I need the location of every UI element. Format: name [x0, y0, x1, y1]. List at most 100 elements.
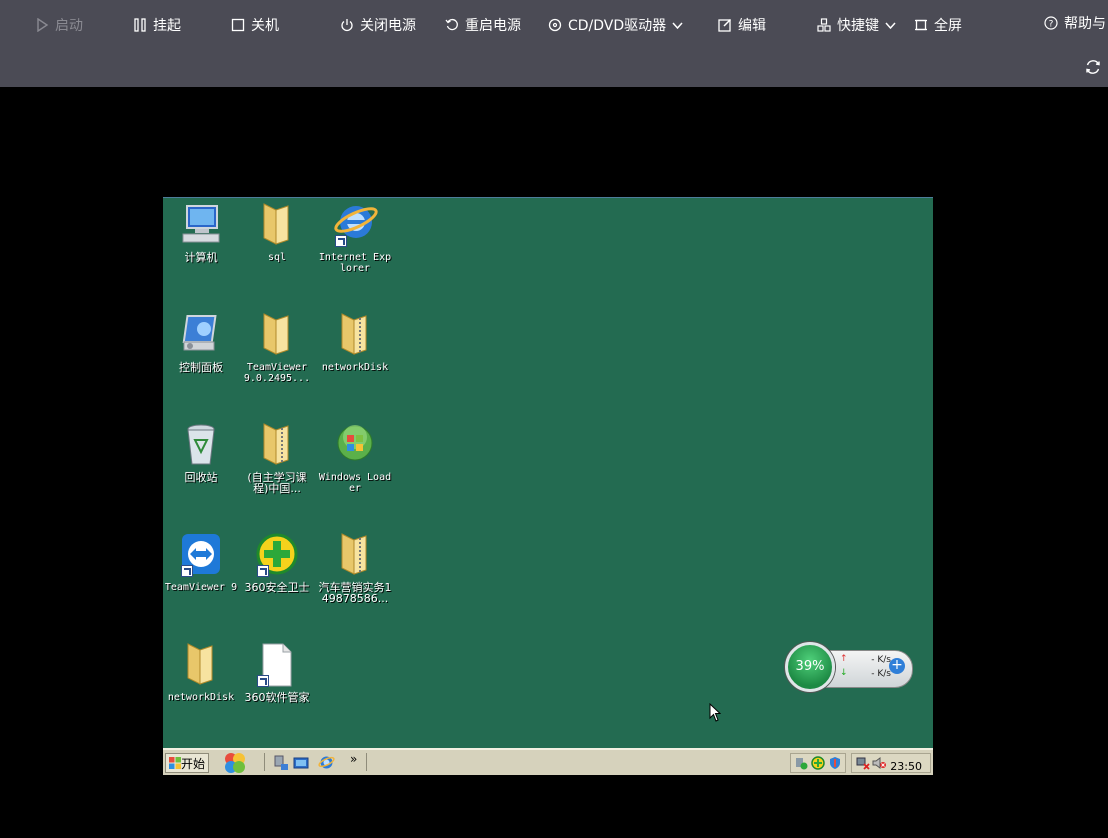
desktop-icon-recycle-bin[interactable]: 回收站 [164, 422, 238, 483]
suspend-label: 挂起 [153, 18, 181, 34]
tray-icons-group-1 [790, 753, 846, 773]
360-quick-launch-icon[interactable] [223, 752, 247, 774]
chevron-down-icon [672, 21, 683, 29]
folder-icon [254, 312, 300, 358]
zip-folder-icon [332, 532, 378, 578]
cd-dvd-label: CD/DVD驱动器 [568, 18, 667, 34]
desktop-icon-360-software-manager[interactable]: 360软件管家 [240, 642, 314, 703]
folder-icon [254, 202, 300, 248]
internet-explorer-icon[interactable] [318, 754, 335, 771]
desktop-icon-sql-folder[interactable]: sql [240, 202, 314, 263]
computer-icon [178, 202, 224, 248]
security-shield-icon[interactable] [828, 756, 842, 770]
svg-text:?: ? [1049, 20, 1054, 30]
volume-muted-icon[interactable] [872, 756, 886, 770]
desktop-icon-windows-loader[interactable]: Windows Loader [318, 422, 392, 494]
memory-usage-ball[interactable]: 39% [785, 642, 835, 692]
icon-label: 计算机 [184, 251, 218, 264]
restart-power-button[interactable]: 重启电源 [445, 14, 521, 36]
system-tray: 23:50 [851, 753, 931, 773]
chevron-down-icon [885, 21, 896, 29]
taskbar-clock[interactable]: 23:50 [890, 760, 922, 773]
icon-label: Windows Loader [318, 472, 392, 494]
desktop-icon-computer[interactable]: 计算机 [164, 202, 238, 263]
cd-dvd-drive-menu[interactable]: CD/DVD驱动器 [548, 14, 683, 36]
fullscreen-icon [915, 19, 927, 31]
start-menu-button[interactable]: 开始 [165, 753, 209, 773]
desktop-icon-networkdisk-zip[interactable]: networkDisk [318, 312, 392, 373]
360-network-speed-widget[interactable]: 39% ↑ - K/s ↓ - K/s + [785, 642, 913, 694]
shutdown-button[interactable]: 关机 [231, 14, 279, 36]
shortcuts-label: 快捷键 [837, 18, 879, 34]
icon-label: 360软件管家 [244, 691, 310, 704]
disc-icon [548, 18, 562, 32]
shortcuts-menu[interactable]: 快捷键 [817, 14, 896, 36]
help-icon: ? [1044, 16, 1058, 30]
shutdown-label: 关机 [251, 18, 279, 34]
power-off-label: 关闭电源 [360, 18, 416, 34]
start-label: 启动 [55, 18, 83, 34]
icon-label: 汽车营销实务149878586... [318, 581, 392, 605]
desktop-icon-360-security[interactable]: 360安全卫士 [240, 532, 314, 593]
desktop-icon-course-zip[interactable]: (自主学习课程)中国... [240, 422, 314, 494]
help-label: 帮助与 [1064, 16, 1106, 32]
help-button[interactable]: ? 帮助与 [1044, 12, 1106, 34]
folder-icon [178, 642, 224, 688]
vm-console-toolbar: 启动 挂起 关机 关闭电源 重启电源 CD/DVD驱动器 编辑 快捷键 全屏 ?… [0, 0, 1108, 87]
icon-label: sql [267, 252, 287, 263]
upload-speed: - K/s [871, 655, 891, 665]
icon-label: 360安全卫士 [244, 581, 310, 594]
recycle-bin-icon [178, 422, 224, 468]
add-icon[interactable]: + [889, 658, 905, 674]
power-icon [341, 19, 353, 32]
pause-icon [134, 18, 146, 32]
icon-label: (自主学习课程)中国... [247, 471, 307, 495]
windows-orb-icon [332, 422, 378, 468]
quick-launch-overflow[interactable]: » [350, 752, 357, 766]
shortcut-arrow-icon [257, 565, 269, 577]
icon-label: TeamViewer 9 [164, 582, 238, 593]
shortcuts-icon [817, 18, 831, 32]
play-icon [37, 18, 49, 32]
vm-desktop[interactable]: 计算机 sql Internet Explorer 控制面板 TeamViewe… [163, 197, 933, 775]
internet-explorer-icon [332, 202, 378, 248]
start-button[interactable]: 启动 [35, 14, 83, 36]
shortcut-arrow-icon [335, 235, 347, 247]
windows-flag-icon [169, 757, 181, 769]
memory-percent: 39% [795, 659, 825, 674]
edit-button[interactable]: 编辑 [718, 14, 766, 36]
desktop-icon-internet-explorer[interactable]: Internet Explorer [318, 202, 392, 274]
desktop-icon-auto-marketing-zip[interactable]: 汽车营销实务149878586... [318, 532, 392, 604]
desktop-icon-teamviewer[interactable]: TeamViewer 9 [164, 532, 238, 593]
icon-label: TeamViewer 9.0.2495... [243, 362, 311, 384]
icon-label: networkDisk [321, 362, 389, 373]
desktop-icon-networkdisk-folder[interactable]: networkDisk [164, 642, 238, 703]
network-disconnected-icon[interactable] [856, 756, 870, 770]
desktop-icon-teamviewer-folder[interactable]: TeamViewer 9.0.2495... [240, 312, 314, 384]
zip-folder-icon [254, 422, 300, 468]
taskbar: 开始 » 23:50 [163, 748, 933, 775]
teamviewer-icon [178, 532, 224, 578]
restart-power-label: 重启电源 [465, 18, 521, 34]
start-label: 开始 [180, 756, 205, 771]
mouse-cursor-icon [709, 703, 721, 722]
edit-icon [718, 18, 732, 32]
fullscreen-label: 全屏 [934, 18, 962, 34]
suspend-button[interactable]: 挂起 [133, 14, 181, 36]
shortcut-arrow-icon [257, 675, 269, 687]
power-off-button[interactable]: 关闭电源 [340, 14, 416, 36]
icon-label: networkDisk [167, 692, 235, 703]
computer-icon[interactable] [273, 755, 289, 771]
desktop-icon-control-panel[interactable]: 控制面板 [164, 312, 238, 373]
360-security-icon [254, 532, 300, 578]
network-status-icon[interactable] [794, 756, 808, 770]
icon-label: Internet Explorer [318, 252, 392, 274]
edit-label: 编辑 [738, 18, 766, 34]
quick-launch-separator [264, 753, 265, 771]
shortcut-arrow-icon [181, 565, 193, 577]
fullscreen-button[interactable]: 全屏 [914, 14, 962, 36]
control-panel-icon [178, 312, 224, 358]
360-security-tray-icon[interactable] [811, 756, 825, 770]
refresh-icon[interactable] [1084, 58, 1102, 76]
show-desktop-icon[interactable] [293, 755, 309, 771]
